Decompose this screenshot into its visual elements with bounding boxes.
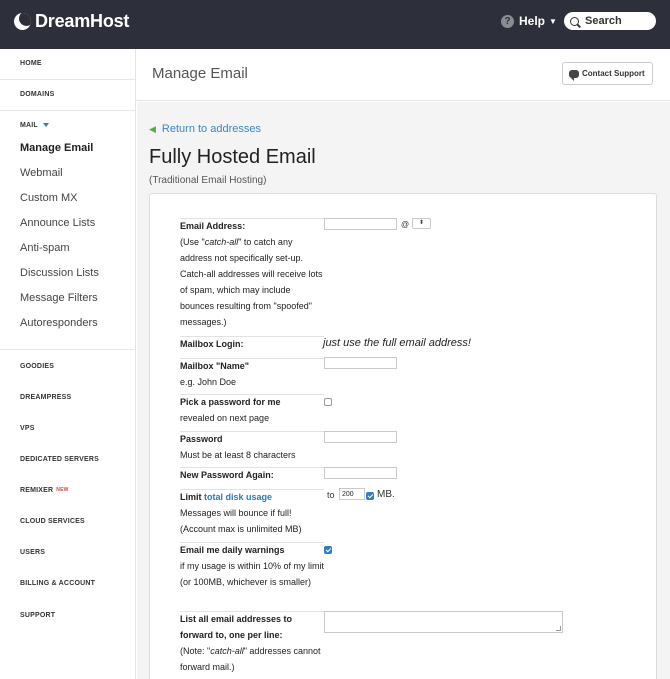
sidebar-item-dreampress[interactable]: DREAMPRESS	[20, 394, 71, 401]
sidebar-item-discussion-lists[interactable]: Discussion Lists	[20, 267, 99, 279]
sidebar-item-remixer[interactable]: REMIXER NEW	[20, 487, 69, 494]
page-subtitle: (Traditional Email Hosting)	[149, 175, 267, 186]
sidebar-item-billing-account[interactable]: BILLING & ACCOUNT	[20, 580, 95, 587]
top-bar: DreamHost ? Help ▼ Search	[0, 0, 670, 49]
mailbox-login-title: Mailbox Login:	[180, 339, 244, 349]
warnings-sub: if my usage is within 10% of my limit (o…	[180, 561, 325, 587]
mailbox-name-label: Mailbox "Name" e.g. John Doe	[180, 358, 325, 390]
dreamhost-logo[interactable]: DreamHost	[14, 11, 129, 32]
limit-title: Limit	[180, 492, 202, 502]
pick-password-title: Pick a password for me	[180, 397, 281, 407]
new-badge: NEW	[56, 487, 69, 493]
sidebar-item-goodies[interactable]: GOODIES	[20, 363, 54, 370]
page-header: Manage Email Contact Support	[136, 49, 670, 101]
warnings-label: Email me daily warnings if my usage is w…	[180, 542, 325, 590]
email-address-help-pre: (Use "	[180, 237, 205, 247]
total-disk-usage-link[interactable]: total disk usage	[204, 492, 272, 502]
contact-support-label: Contact Support	[582, 69, 645, 78]
email-form-panel: Email Address: (Use "catch-all" to catch…	[149, 193, 657, 679]
mailbox-name-example: e.g. John Doe	[180, 377, 237, 387]
email-address-input[interactable]	[324, 218, 397, 230]
mailbox-name-title: Mailbox "Name"	[180, 361, 250, 371]
divider	[0, 110, 136, 111]
sidebar-item-message-filters[interactable]: Message Filters	[20, 292, 98, 304]
divider	[0, 349, 136, 350]
catch-all-term: catch-all	[204, 237, 239, 247]
sidebar-item-users[interactable]: USERS	[20, 549, 45, 556]
moon-logo-icon	[14, 13, 31, 30]
forward-addresses-textarea[interactable]	[324, 611, 563, 633]
email-address-help-post: " to catch any address not specifically …	[180, 237, 323, 327]
sidebar-item-dedicated-servers[interactable]: DEDICATED SERVERS	[20, 456, 99, 463]
sidebar-item-anti-spam[interactable]: Anti-spam	[20, 242, 70, 254]
sidebar-item-cloud-services[interactable]: CLOUD SERVICES	[20, 518, 85, 525]
back-arrow-icon: ◀	[149, 123, 156, 134]
warnings-title: Email me daily warnings	[180, 545, 285, 555]
sidebar-item-remixer-label: REMIXER	[20, 487, 54, 494]
return-to-addresses-link[interactable]: ◀ Return to addresses	[149, 123, 261, 135]
sidebar-item-domains[interactable]: DOMAINS	[20, 91, 54, 98]
forward-catch-all-term: catch-all	[210, 646, 244, 656]
domain-select[interactable]: ⬍	[412, 218, 431, 229]
pick-password-sub: revealed on next page	[180, 413, 270, 423]
limit-sub: Messages will bounce if full! (Account m…	[180, 508, 302, 534]
limit-label: Limit total disk usage Messages will bou…	[180, 489, 325, 537]
password-label: Password Must be at least 8 characters	[180, 431, 325, 463]
sidebar-item-manage-email[interactable]: Manage Email	[20, 142, 93, 154]
pick-password-label: Pick a password for me revealed on next …	[180, 394, 325, 426]
mailbox-name-input[interactable]	[324, 357, 397, 369]
email-address-title: Email Address:	[180, 221, 246, 231]
sidebar-item-mail-label: MAIL	[20, 122, 38, 129]
password-again-label: New Password Again:	[180, 467, 325, 483]
forward-label: List all email addresses to forward to, …	[180, 611, 325, 675]
contact-support-button[interactable]: Contact Support	[562, 62, 653, 85]
divider	[0, 79, 136, 80]
sidebar-item-home[interactable]: HOME	[20, 60, 42, 67]
mailbox-login-label: Mailbox Login:	[180, 336, 325, 352]
search-input[interactable]: Search	[564, 12, 656, 30]
password-input[interactable]	[324, 431, 397, 443]
password-again-title: New Password Again:	[180, 470, 274, 480]
limit-checkbox[interactable]	[366, 492, 374, 500]
password-title: Password	[180, 434, 223, 444]
question-icon: ?	[501, 14, 514, 28]
sidebar-item-support[interactable]: SUPPORT	[20, 612, 55, 619]
forward-title: List all email addresses to forward to, …	[180, 614, 293, 640]
main-content: ◀ Return to addresses Fully Hosted Email…	[137, 102, 670, 679]
forward-note-pre: (Note: "	[180, 646, 211, 656]
email-address-label: Email Address: (Use "catch-all" to catch…	[180, 218, 325, 330]
sidebar-item-mail[interactable]: MAIL	[20, 122, 49, 129]
search-icon	[570, 16, 579, 26]
chat-bubble-icon	[569, 69, 579, 81]
header-title: Manage Email	[152, 65, 248, 82]
mailbox-login-note: just use the full email address!	[323, 337, 471, 349]
limit-unit: MB.	[377, 489, 395, 500]
at-sign: @	[401, 220, 410, 229]
help-label: Help	[519, 14, 546, 28]
limit-to-label: to	[327, 490, 335, 500]
sidebar: HOME DOMAINS MAIL Manage Email Webmail C…	[0, 49, 136, 679]
password-again-input[interactable]	[324, 467, 397, 479]
daily-warnings-checkbox[interactable]	[324, 546, 332, 554]
return-to-addresses-label: Return to addresses	[161, 123, 261, 135]
pick-password-checkbox[interactable]	[324, 398, 332, 406]
search-placeholder: Search	[585, 15, 622, 27]
sidebar-item-announce-lists[interactable]: Announce Lists	[20, 217, 95, 229]
sidebar-item-custom-mx[interactable]: Custom MX	[20, 192, 77, 204]
sidebar-item-webmail[interactable]: Webmail	[20, 167, 63, 179]
caret-down-icon	[42, 123, 49, 128]
sidebar-item-autoresponders[interactable]: Autoresponders	[20, 317, 98, 329]
help-menu[interactable]: ? Help ▼	[501, 14, 557, 28]
brand-name: DreamHost	[35, 11, 130, 31]
chevron-down-icon: ▼	[549, 16, 557, 26]
sidebar-item-vps[interactable]: VPS	[20, 425, 35, 432]
password-sub: Must be at least 8 characters	[180, 450, 296, 460]
limit-mb-input[interactable]	[339, 488, 365, 500]
resize-grip-icon[interactable]	[556, 626, 561, 631]
page-title: Fully Hosted Email	[149, 146, 316, 168]
